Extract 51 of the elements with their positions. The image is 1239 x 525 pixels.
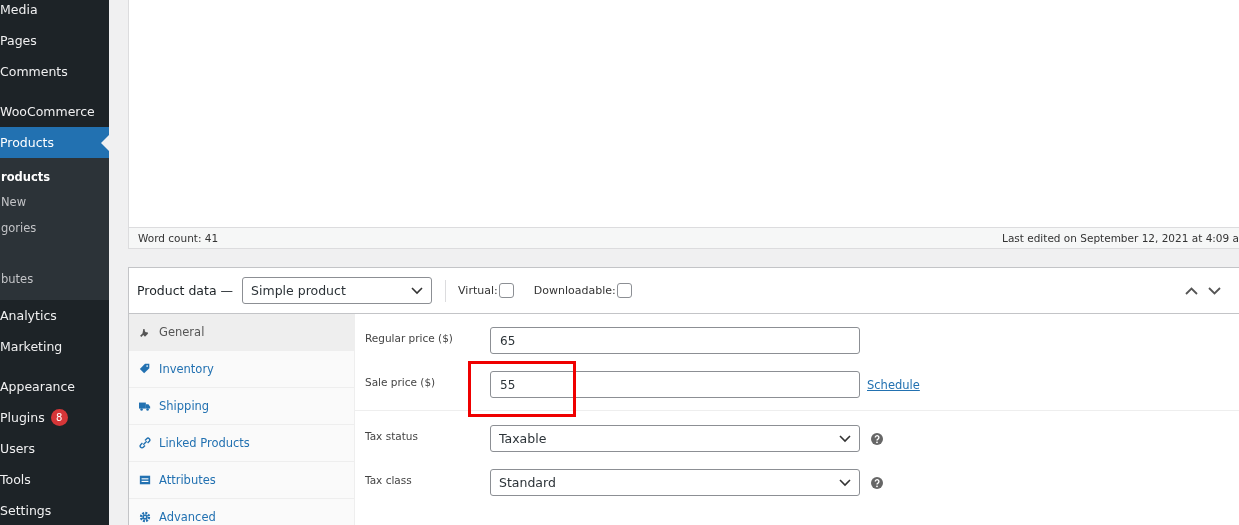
chevron-down-icon [839,434,851,443]
menu-item[interactable]: Marketing [0,331,109,362]
dropdown[interactable]: Standard [490,469,860,496]
field-label: Tax status [364,429,419,442]
menu-item[interactable]: Pages [0,25,109,56]
menu-item[interactable]: Settings [0,495,109,525]
field-label: Sale price ($) [364,375,437,388]
truck-icon [139,400,151,412]
menu-item[interactable]: Analytics [0,300,109,331]
menu-item[interactable]: Tools [0,464,109,495]
product-type-select[interactable]: Simple product [242,277,433,304]
product-tab[interactable]: Advanced [129,499,354,525]
schedule-link[interactable]: Schedule [867,377,920,392]
help-icon[interactable] [871,432,883,445]
word-count: Word count: 41 [138,232,219,244]
link-icon [139,437,151,449]
menu-item[interactable]: Users [0,433,109,464]
field-label: Regular price ($) [364,331,454,344]
price-field[interactable]: 65 [490,327,860,354]
submenu-item[interactable]: New [0,189,109,215]
menu-item[interactable]: WooCommerce [0,96,109,127]
downloadable-checkbox[interactable] [616,283,632,298]
virtual-checkbox[interactable] [498,283,514,298]
chevron-down-icon [411,286,424,295]
move-up-icon[interactable] [1185,286,1198,295]
tag-icon [139,363,151,375]
list-icon [139,474,151,486]
product-tab[interactable]: Linked Products [129,425,354,462]
product-tab[interactable]: Attributes [129,462,354,499]
checkbox-label: Virtual: [458,284,498,297]
last-edited-text: Last edited on September 12, 2021 at 4:09 a [1002,232,1239,244]
move-down-icon[interactable] [1208,286,1221,295]
checkbox-label: Downloadable: [533,284,616,297]
menu-item[interactable]: Comments [0,56,109,87]
product-tab[interactable]: Inventory [129,351,354,388]
panel-title: Product data — [137,283,234,298]
menu-item[interactable]: Plugins 8 [0,402,109,433]
menu-item[interactable]: Media [0,0,109,25]
field-label: Tax class [364,473,413,486]
submenu-item[interactable]: roducts [0,164,109,190]
submenu-item[interactable]: butes [0,266,109,292]
help-icon[interactable] [871,476,883,489]
count-badge: 8 [50,409,68,426]
product-tab[interactable]: Shipping [129,388,354,425]
submenu-item[interactable]: gories [0,215,109,241]
product-tab[interactable]: General [129,314,354,351]
menu-item[interactable]: Appearance [0,371,109,402]
dropdown[interactable]: Taxable [490,425,860,452]
price-field[interactable]: 55 [490,371,860,398]
menu-item[interactable]: Products [0,127,109,158]
chevron-down-icon [839,478,851,487]
